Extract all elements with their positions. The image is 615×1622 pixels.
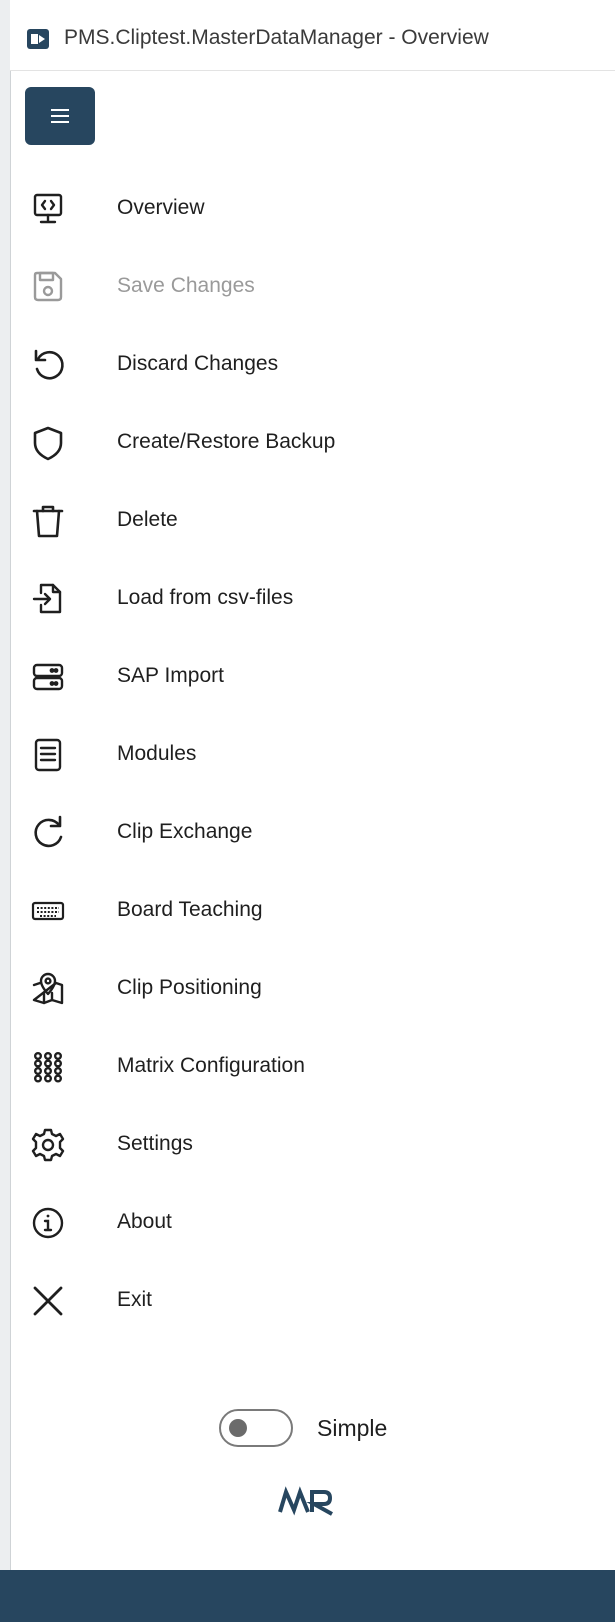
window-title: PMS.Cliptest.MasterDataManager - Overvie… xyxy=(64,26,489,49)
toggle-label: Simple xyxy=(317,1415,388,1441)
refresh-icon xyxy=(28,813,68,853)
menu-item-matrix-configuration[interactable]: Matrix Configuration xyxy=(10,1028,590,1106)
menu-item-clip-exchange[interactable]: Clip Exchange xyxy=(10,794,590,872)
toggle-switch[interactable] xyxy=(219,1409,293,1447)
menu-item-clip-positioning[interactable]: Clip Positioning xyxy=(10,950,590,1028)
trash-icon xyxy=(28,501,68,541)
monitor-code-icon xyxy=(28,189,68,229)
menu-item-discard-changes[interactable]: Discard Changes xyxy=(10,326,590,404)
document-list-icon xyxy=(28,735,68,775)
menu-item-label: Delete xyxy=(117,508,178,531)
menu-item-modules[interactable]: Modules xyxy=(10,716,590,794)
grid-icon xyxy=(28,1047,68,1087)
menu-item-sap-import[interactable]: SAP Import xyxy=(10,638,590,716)
title-bar: PMS.Cliptest.MasterDataManager - Overvie… xyxy=(10,0,615,71)
menu-item-overview[interactable]: Overview xyxy=(10,170,590,248)
menu-item-label: Exit xyxy=(117,1288,153,1311)
server-icon xyxy=(28,657,68,697)
map-pin-icon xyxy=(28,969,68,1009)
menu-item-label: Clip Exchange xyxy=(117,820,253,843)
hamburger-icon xyxy=(51,109,69,123)
menu-item-load-from-csv[interactable]: Load from csv-files xyxy=(10,560,590,638)
file-import-icon xyxy=(28,579,68,619)
menu-item-label: About xyxy=(117,1210,172,1233)
menu-item-label: Create/Restore Backup xyxy=(117,430,336,453)
menu-item-label: Modules xyxy=(117,742,197,765)
floppy-disk-icon xyxy=(28,267,68,307)
menu-item-label: Save Changes xyxy=(117,274,255,297)
hamburger-menu-button[interactable] xyxy=(25,87,95,145)
menu-item-label: SAP Import xyxy=(117,664,224,687)
menu-item-label: Clip Positioning xyxy=(117,976,262,999)
menu-item-board-teaching[interactable]: Board Teaching xyxy=(10,872,590,950)
menu-item-about[interactable]: About xyxy=(10,1184,590,1262)
close-icon xyxy=(28,1281,68,1321)
gear-icon xyxy=(28,1125,68,1165)
menu-item-label: Matrix Configuration xyxy=(117,1054,305,1077)
undo-icon xyxy=(28,345,68,385)
menu-item-create-restore-backup[interactable]: Create/Restore Backup xyxy=(10,404,590,482)
bottom-bar xyxy=(0,1570,615,1622)
menu-item-label: Load from csv-files xyxy=(117,586,294,609)
navigation-menu: Overview Save Changes Discard Changes Cr… xyxy=(10,170,590,1340)
menu-item-settings[interactable]: Settings xyxy=(10,1106,590,1184)
simple-mode-toggle[interactable]: Simple xyxy=(215,1405,475,1453)
menu-item-label: Discard Changes xyxy=(117,352,279,375)
info-icon xyxy=(28,1203,68,1243)
menu-item-label: Settings xyxy=(117,1132,193,1155)
menu-item-save-changes[interactable]: Save Changes xyxy=(10,248,590,326)
menu-item-label: Overview xyxy=(117,196,205,219)
menu-item-exit[interactable]: Exit xyxy=(10,1262,590,1340)
keyboard-icon xyxy=(28,891,68,931)
shield-icon xyxy=(28,423,68,463)
menu-item-label: Board Teaching xyxy=(117,898,263,921)
toggle-knob xyxy=(229,1419,247,1437)
company-logo xyxy=(270,1480,350,1520)
app-icon xyxy=(26,27,50,51)
menu-item-delete[interactable]: Delete xyxy=(10,482,590,560)
